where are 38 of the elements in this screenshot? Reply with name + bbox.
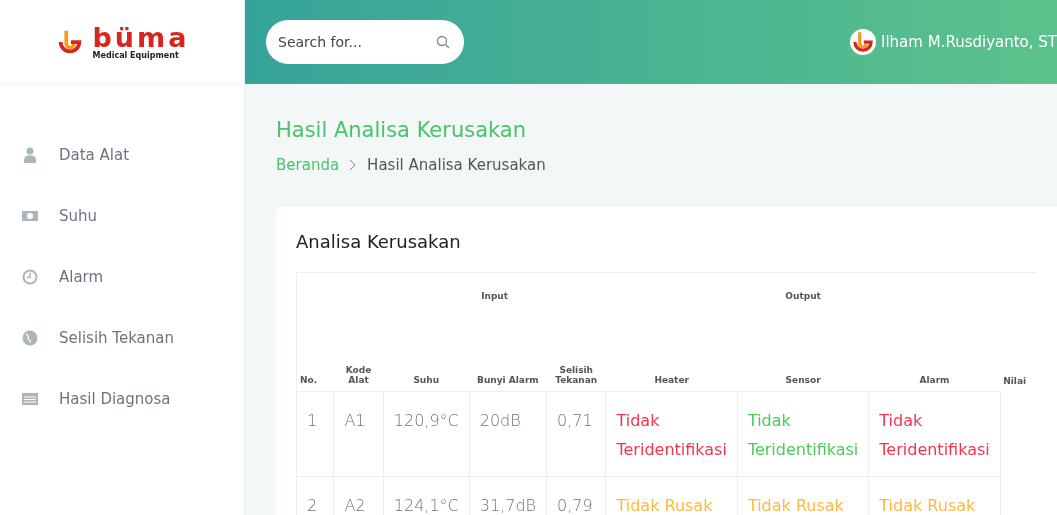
brand-name: büma [92,24,190,51]
sidebar-item[interactable]: Alarm [22,261,244,293]
column-header: Heater [605,319,738,392]
sidebar-item[interactable]: Hasil Diagnosa [22,383,244,415]
column-header: Sensor [737,319,869,392]
card-title: Analisa Kerusakan [296,231,462,252]
status-cell: Tidak Teridentifikasi [868,391,1001,477]
column-header: No. [296,319,334,392]
table-cell: 120,9°C [383,391,470,477]
table-cell: 1 [296,391,334,477]
chevron-icon [349,159,358,171]
column-header: Suhu [383,319,470,392]
search-field[interactable]: Search for... [266,20,464,64]
sidebar-item[interactable]: Data Alat [22,139,244,171]
list-icon [22,391,38,407]
column-header: Selisih Tekanan [546,319,606,392]
user-icon [22,147,38,163]
status-cell: Tidak Teridentifikasi [605,391,738,477]
page-title: Hasil Analisa Kerusakan [276,118,527,142]
column-header: Bunyi Alarm [469,319,547,392]
column-header: Nilai [1000,319,1036,392]
sidebar-item[interactable]: Suhu [22,200,244,232]
column-group-header: Output [605,272,1001,319]
clock-icon [22,269,38,285]
column-header: Kode Alat [333,319,384,392]
table-cell: 20dB [469,391,547,477]
search-icon [436,35,450,49]
table-cell: A1 [333,391,384,477]
column-group-header: Input [383,272,606,319]
logo-icon [850,29,876,55]
table-cell: 0,71 [546,391,606,477]
column-header: Alarm [868,319,1001,392]
breadcrumb-current: Hasil Analisa Kerusakan [367,156,546,174]
banknote-icon [22,208,38,224]
table-cell: 2 [296,476,334,515]
status-cell: Tidak Teridentifikasi [737,391,869,477]
sidebar-item[interactable]: Selisih Tekanan [22,322,244,354]
brand-tagline: Medical Equipment [92,52,180,60]
